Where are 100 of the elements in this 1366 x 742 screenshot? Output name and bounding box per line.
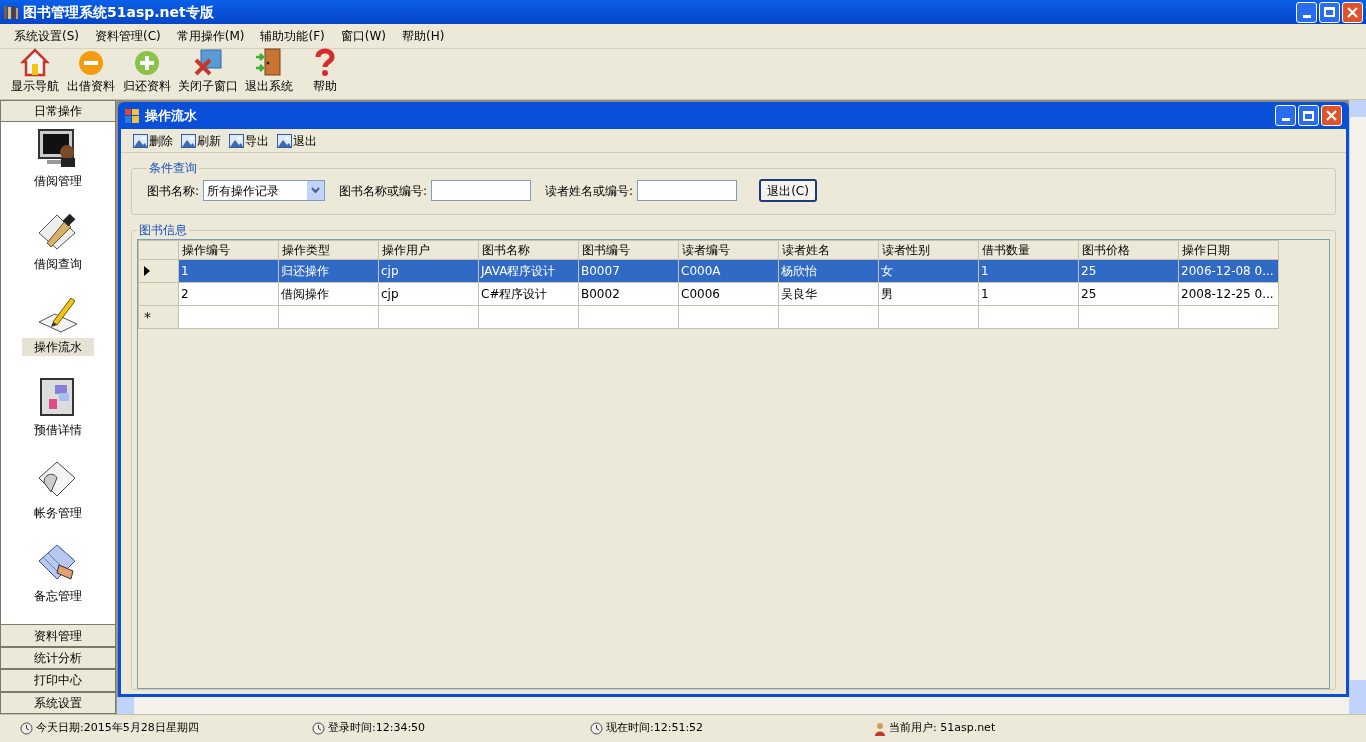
table-cell: 2006-12-08 0... xyxy=(1178,259,1279,283)
toolbar-button[interactable]: 显示导航 xyxy=(8,47,62,95)
sidebar-section[interactable]: 统计分析 xyxy=(0,646,116,670)
close-icon xyxy=(1347,6,1358,18)
book-name-field[interactable] xyxy=(431,180,532,201)
column-header[interactable]: 读者姓名 xyxy=(778,240,879,260)
column-header[interactable]: 读者编号 xyxy=(678,240,779,260)
toolbar-button[interactable]: 归还资料 xyxy=(120,49,174,95)
table-cell: C#程序设计 xyxy=(478,282,579,306)
toolbar-button[interactable]: 删除 xyxy=(133,131,173,150)
sidebar-item-label: 备忘管理 xyxy=(34,588,82,606)
toolbar-button[interactable]: 关闭子窗口 xyxy=(176,47,240,95)
table-cell: 1 xyxy=(178,259,279,283)
sidebar-item-label: 帐务管理 xyxy=(34,505,82,523)
sidebar-item-label: 借阅管理 xyxy=(34,173,82,191)
reader-name-field[interactable] xyxy=(637,180,738,201)
sidebar-item-label: 借阅查询 xyxy=(34,256,82,274)
grid-row[interactable]: 1 归还操作 cjp JAVA程序设计 B0007 C000A 杨欣怡 女 1 25 2006-12-08 0... xyxy=(138,259,1279,283)
sidebar-section[interactable]: 系统设置 xyxy=(0,691,116,715)
menu-item[interactable]: 常用操作(M) xyxy=(168,27,253,45)
image-icon xyxy=(277,133,292,148)
table-cell: 借阅操作 xyxy=(278,282,379,306)
table-cell: 1 xyxy=(978,282,1079,306)
column-header[interactable]: 操作编号 xyxy=(178,240,279,260)
toolbar-button[interactable]: 导出 xyxy=(229,131,269,150)
clock-icon xyxy=(590,722,603,735)
sidebar-item[interactable]: 预借详情 xyxy=(1,375,115,459)
table-cell: 吴良华 xyxy=(778,282,879,306)
clock-icon xyxy=(20,722,33,735)
table-cell: 2008-12-25 0... xyxy=(1178,282,1279,306)
menu-item[interactable]: 窗口(W) xyxy=(332,27,394,45)
minus-icon xyxy=(77,49,105,77)
books-icon xyxy=(3,4,19,20)
close-button[interactable] xyxy=(1321,105,1342,126)
clock-icon xyxy=(312,722,325,735)
table-cell: 1 xyxy=(978,259,1079,283)
plus-icon xyxy=(133,49,161,77)
table-cell: 2 xyxy=(178,282,279,306)
table-cell: 男 xyxy=(878,282,979,306)
table-cell: 25 xyxy=(1078,259,1179,283)
toolbar-button[interactable]: 帮助 xyxy=(298,47,352,95)
minimize-button[interactable] xyxy=(1275,105,1296,126)
column-header[interactable]: 图书价格 xyxy=(1078,240,1179,260)
column-header[interactable]: 操作用户 xyxy=(378,240,479,260)
sidebar-item[interactable]: 帐务管理 xyxy=(1,458,115,542)
field-label: 图书名称: xyxy=(147,182,200,200)
table-cell: 女 xyxy=(878,259,979,283)
column-header[interactable]: 操作类型 xyxy=(278,240,379,260)
table-cell: B0007 xyxy=(578,259,679,283)
new-row-marker: * xyxy=(138,305,179,329)
door-icon xyxy=(254,47,284,77)
table-cell: 杨欣怡 xyxy=(778,259,879,283)
table-cell: 归还操作 xyxy=(278,259,379,283)
sidebar-item[interactable]: 借阅管理 xyxy=(1,126,115,210)
menu-item[interactable]: 帮助(H) xyxy=(393,27,453,45)
image-icon xyxy=(229,133,244,148)
exit-button[interactable]: 退出(C) xyxy=(759,179,817,202)
status-text: 今天日期:2015年5月28日星期四 xyxy=(36,720,199,737)
menu-item[interactable]: 系统设置(S) xyxy=(6,27,87,45)
book-select[interactable]: 所有操作记录 xyxy=(203,180,326,201)
current-row-icon xyxy=(144,266,150,276)
sidebar-section[interactable]: 资料管理 xyxy=(0,624,116,647)
window-close-icon xyxy=(193,47,223,77)
maximize-button[interactable] xyxy=(1319,1,1340,23)
status-text: 现在时间:12:51:52 xyxy=(606,720,704,737)
table-cell: cjp xyxy=(378,259,479,283)
field-label: 读者姓名或编号: xyxy=(545,182,634,200)
group-title: 条件查询 xyxy=(148,160,198,177)
sidebar-item[interactable]: 备忘管理 xyxy=(1,541,115,625)
toolbar-button[interactable]: 出借资料 xyxy=(64,49,118,95)
sidebar-section[interactable]: 打印中心 xyxy=(0,669,116,692)
window-app-icon xyxy=(125,108,139,123)
user-icon xyxy=(874,721,886,736)
column-header[interactable]: 图书名称 xyxy=(478,240,579,260)
toolbar-button[interactable]: 退出 xyxy=(277,131,317,150)
grid-row[interactable]: 2 借阅操作 cjp C#程序设计 B0002 C0006 吴良华 男 1 25 2008-12-25 0... xyxy=(138,282,1279,306)
column-header[interactable]: 图书编号 xyxy=(578,240,679,260)
table-cell: C0006 xyxy=(678,282,779,306)
maximize-button[interactable] xyxy=(1298,105,1319,126)
column-header[interactable]: 借书数量 xyxy=(978,240,1079,260)
column-header[interactable]: 操作日期 xyxy=(1178,240,1279,260)
close-icon xyxy=(1326,110,1337,121)
toolbar-button[interactable]: 刷新 xyxy=(181,131,221,150)
child-window-title: 操作流水 xyxy=(145,106,197,125)
group-title: 图书信息 xyxy=(138,222,188,239)
table-cell: cjp xyxy=(378,282,479,306)
table-cell: C000A xyxy=(678,259,779,283)
menu-item[interactable]: 辅助功能(F) xyxy=(252,27,333,45)
sidebar-section[interactable]: 日常操作 xyxy=(0,100,116,123)
sidebar-item-label: 操作流水 xyxy=(22,338,94,357)
close-button[interactable] xyxy=(1342,1,1363,23)
column-header[interactable]: 读者性别 xyxy=(878,240,979,260)
table-cell: B0002 xyxy=(578,282,679,306)
minimize-button[interactable] xyxy=(1296,1,1317,23)
sidebar-item[interactable]: 操作流水 xyxy=(1,292,115,376)
window-title: 图书管理系统51asp.net专版 xyxy=(23,2,214,22)
image-icon xyxy=(181,133,196,148)
sidebar-item[interactable]: 借阅查询 xyxy=(1,209,115,293)
toolbar-button[interactable]: 退出系统 xyxy=(242,47,296,95)
menu-item[interactable]: 资料管理(C) xyxy=(87,27,169,45)
